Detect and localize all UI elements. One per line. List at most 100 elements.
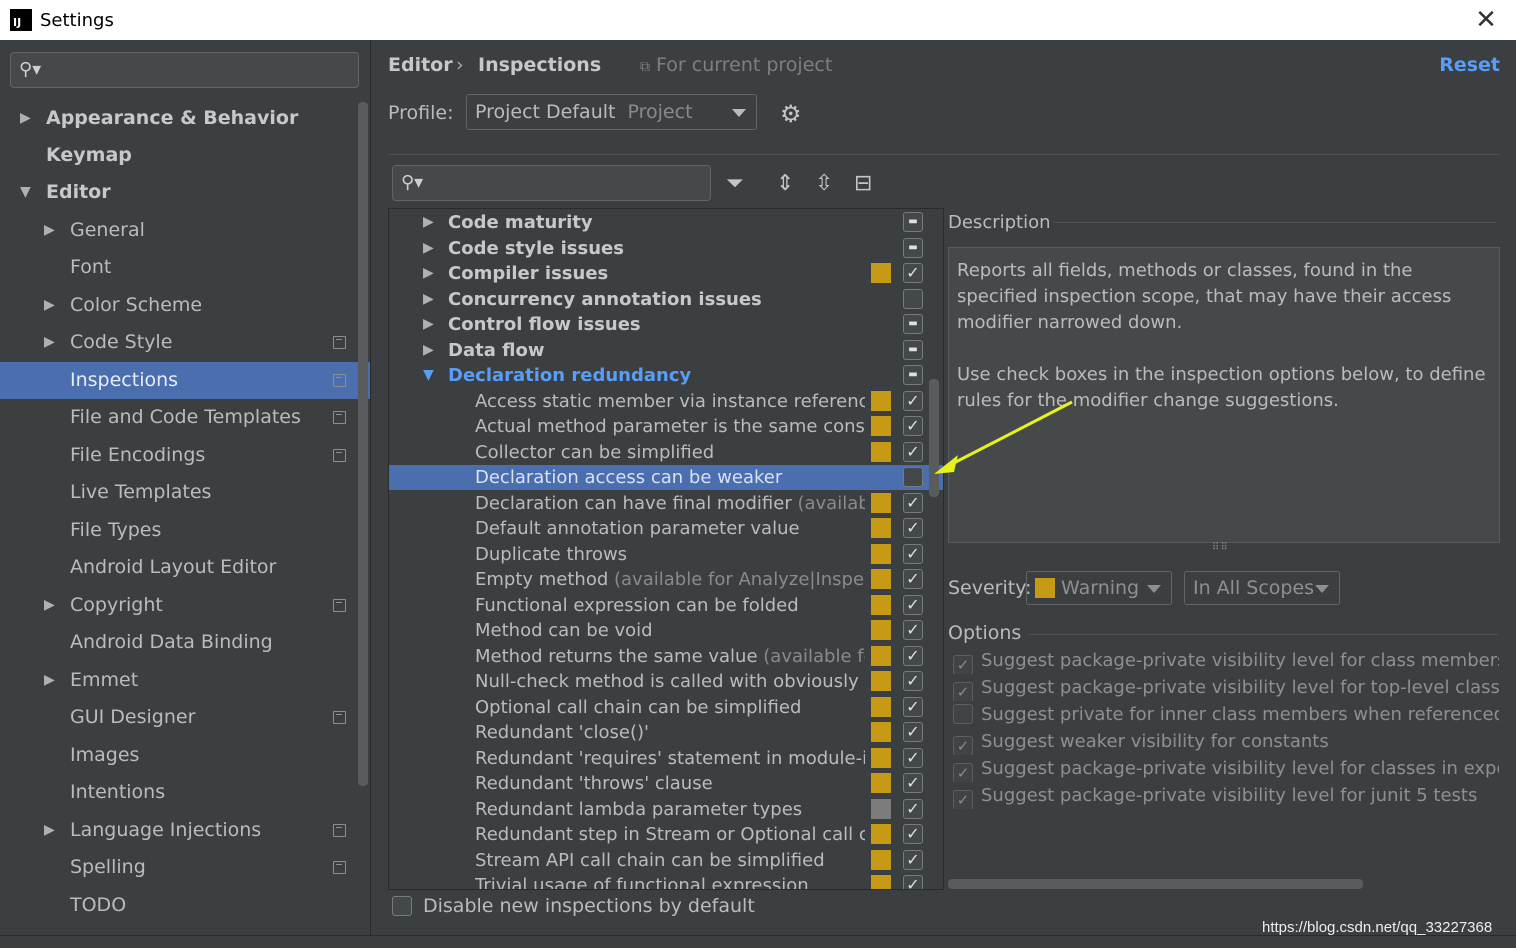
collapse-arrow-icon[interactable]: ▶ (44, 297, 55, 313)
collapse-arrow-icon[interactable]: ▶ (423, 312, 434, 337)
reset-link[interactable]: Reset (1439, 54, 1500, 76)
sidebar-item-code-style[interactable]: Code Style (70, 324, 172, 360)
sidebar-item-gui-designer[interactable]: GUI Designer (70, 699, 195, 735)
scope-dropdown[interactable]: In All Scopes (1184, 571, 1340, 605)
sidebar-item-images[interactable]: Images (70, 737, 139, 773)
inspection-checkbox[interactable]: ▬ (903, 314, 923, 334)
severity-dropdown[interactable]: Warning (1026, 571, 1172, 605)
option-checkbox[interactable]: ✓ (953, 790, 973, 809)
sidebar-item-copyright[interactable]: Copyright (70, 587, 163, 623)
inspection-checkbox[interactable]: ✓ (903, 492, 923, 513)
sidebar-item-language-injections[interactable]: Language Injections (70, 812, 261, 848)
option-checkbox[interactable]: ✓ (953, 736, 973, 755)
inspection-checkbox[interactable]: ▬ (903, 237, 923, 258)
sidebar-search-input[interactable]: ⚲▾ (10, 52, 359, 88)
sidebar-item-live-templates[interactable]: Live Templates (70, 474, 211, 510)
inspection-checkbox[interactable]: ✓ (903, 824, 923, 844)
sidebar-item-inspections[interactable]: Inspections (70, 362, 178, 398)
inspection-item[interactable]: Method returns the same value (available… (389, 644, 943, 669)
inspection-item[interactable]: Optional call chain can be simplified ✓ (389, 695, 943, 720)
inspection-group[interactable]: ▶ Data flow ▬ (389, 338, 943, 363)
sidebar-item-file-types[interactable]: File Types (70, 512, 161, 548)
inspection-item[interactable]: Redundant 'requires' statement in module… (389, 746, 943, 771)
inspection-group[interactable]: ▶ Code maturity ▬ (389, 210, 943, 235)
sidebar-item-color-scheme[interactable]: Color Scheme (70, 287, 202, 323)
sidebar-item-emmet[interactable]: Emmet (70, 662, 138, 698)
inspection-checkbox[interactable]: ✓ (903, 875, 923, 889)
inspection-item[interactable]: Declaration can have final modifier (ava… (389, 491, 943, 516)
collapse-arrow-icon[interactable]: ▶ (423, 261, 434, 286)
inspection-checkbox[interactable]: ✓ (903, 441, 923, 462)
collapse-arrow-icon[interactable]: ▶ (44, 222, 55, 238)
reset-to-empty-icon[interactable]: ⊟ (854, 171, 872, 196)
inspection-item[interactable]: Null-check method is called with obvious… (389, 669, 943, 694)
collapse-arrow-icon[interactable]: ▶ (20, 110, 31, 126)
inspection-item[interactable]: Access static member via instance refere… (389, 389, 943, 414)
inspection-checkbox[interactable] (903, 467, 923, 487)
collapse-arrow-icon[interactable]: ▶ (44, 334, 55, 350)
collapse-arrow-icon[interactable]: ▶ (44, 672, 55, 688)
inspection-checkbox[interactable] (903, 288, 923, 309)
inspection-item[interactable]: Redundant 'throws' clause ✓ (389, 771, 943, 796)
filter-icon[interactable]: ⏷ (726, 171, 744, 196)
inspection-checkbox[interactable]: ✓ (903, 620, 923, 640)
inspection-item[interactable]: Default annotation parameter value ✓ (389, 516, 943, 541)
inspection-checkbox[interactable]: ✓ (903, 798, 923, 819)
option-row[interactable]: Suggest private for inner class members … (953, 701, 1499, 728)
inspection-item[interactable]: Method can be void ✓ (389, 618, 943, 643)
inspection-search-input[interactable]: ⚲▾ (392, 165, 711, 201)
sidebar-item-appearance-behavior[interactable]: Appearance & Behavior (46, 100, 298, 136)
inspection-checkbox[interactable]: ✓ (903, 696, 923, 717)
expand-arrow-icon[interactable]: ▼ (423, 363, 434, 388)
inspection-checkbox[interactable]: ✓ (903, 594, 923, 615)
expand-all-icon[interactable]: ⇕ (776, 171, 794, 196)
option-row[interactable]: ✓ Suggest package-private visibility leve… (953, 647, 1499, 674)
inspection-group[interactable]: ▶ Compiler issues ✓ (389, 261, 943, 286)
inspection-checkbox[interactable]: ✓ (903, 518, 923, 538)
inspection-item[interactable]: Empty method (available for Analyze|Insp… (389, 567, 943, 592)
option-row[interactable]: ✓ Suggest package-private visibility leve… (953, 782, 1499, 809)
sidebar-item-spelling[interactable]: Spelling (70, 849, 146, 885)
inspection-item[interactable]: Actual method parameter is the same cons… (389, 414, 943, 439)
inspection-group[interactable]: ▶ Concurrency annotation issues (389, 287, 943, 312)
option-checkbox[interactable]: ✓ (953, 682, 973, 701)
option-checkbox[interactable]: ✓ (953, 763, 973, 782)
inspection-group[interactable]: ▶ Control flow issues ▬ (389, 312, 943, 337)
sidebar-item-keymap[interactable]: Keymap (46, 137, 132, 173)
expand-arrow-icon[interactable]: ▼ (20, 184, 31, 200)
inspection-item[interactable]: Redundant step in Stream or Optional cal… (389, 822, 943, 847)
sidebar-item-file-and-code-templates[interactable]: File and Code Templates (70, 399, 301, 435)
breadcrumb-editor[interactable]: Editor (388, 54, 453, 76)
collapse-arrow-icon[interactable]: ▶ (423, 210, 434, 235)
inspection-checkbox[interactable]: ✓ (903, 263, 923, 283)
inspection-checkbox[interactable]: ✓ (903, 773, 923, 793)
inspection-checkbox[interactable]: ✓ (903, 849, 923, 870)
inspection-item[interactable]: Collector can be simplified ✓ (389, 440, 943, 465)
sidebar-item-general[interactable]: General (70, 212, 145, 248)
inspection-item[interactable]: Redundant lambda parameter types ✓ (389, 797, 943, 822)
inspection-checkbox[interactable]: ▬ (903, 212, 923, 232)
inspection-checkbox[interactable]: ✓ (903, 722, 923, 742)
inspection-checkbox[interactable]: ✓ (903, 747, 923, 768)
sidebar-item-intentions[interactable]: Intentions (70, 774, 165, 810)
collapse-arrow-icon[interactable]: ▶ (44, 597, 55, 613)
inspection-item[interactable]: Duplicate throws ✓ (389, 542, 943, 567)
inspection-checkbox[interactable]: ✓ (903, 390, 923, 411)
option-checkbox[interactable]: ✓ (953, 655, 973, 674)
sidebar-item-file-encodings[interactable]: File Encodings (70, 437, 205, 473)
inspection-item[interactable]: Trivial usage of functional expression ✓ (389, 873, 943, 889)
sidebar-item-editor[interactable]: Editor (46, 174, 111, 210)
sidebar-item-font[interactable]: Font (70, 249, 111, 285)
option-row[interactable]: ✓ Suggest package-private visibility leve… (953, 755, 1499, 782)
inspection-item[interactable]: Functional expression can be folded ✓ (389, 593, 943, 618)
profile-dropdown[interactable]: Project Default Project (466, 94, 757, 130)
options-horizontal-scrollbar[interactable] (948, 879, 1363, 889)
inspection-checkbox[interactable]: ✓ (903, 671, 923, 691)
tree-scrollbar[interactable] (929, 379, 939, 497)
option-row[interactable]: ✓ Suggest weaker visibility for constants (953, 728, 1499, 755)
option-checkbox[interactable] (953, 704, 973, 724)
inspection-checkbox[interactable]: ✓ (903, 569, 923, 589)
inspection-group[interactable]: ▶ Code style issues ▬ (389, 236, 943, 261)
sidebar-scrollbar[interactable] (358, 102, 368, 786)
close-icon[interactable]: ✕ (1472, 6, 1500, 34)
